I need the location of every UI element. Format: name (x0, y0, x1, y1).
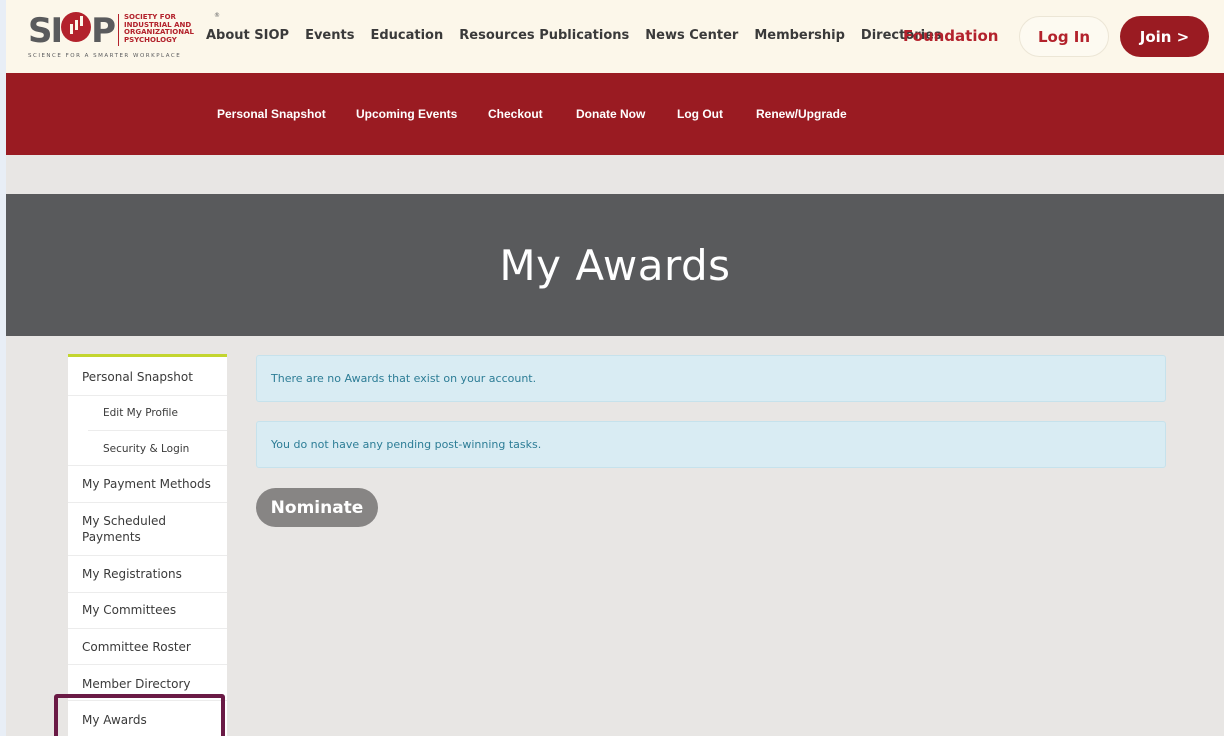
nav-events[interactable]: Events (305, 28, 354, 43)
sidebar-item-security-login[interactable]: Security & Login (68, 441, 227, 457)
join-button[interactable]: Join > (1120, 16, 1209, 57)
sidebar-divider (88, 430, 227, 431)
page-banner: My Awards (6, 194, 1224, 336)
sidebar-item-my-payment-methods[interactable]: My Payment Methods (68, 476, 227, 492)
sidebar-item-my-committees[interactable]: My Committees (68, 602, 227, 618)
sidebar-item-committee-roster[interactable]: Committee Roster (68, 639, 227, 655)
nav-about-siop[interactable]: About SIOP (206, 28, 289, 43)
account-subnav: Personal Snapshot Upcoming Events Checko… (6, 73, 1224, 155)
subnav-renew-upgrade[interactable]: Renew/Upgrade (756, 107, 847, 121)
main-nav: About SIOP Events Education Resources Pu… (206, 28, 958, 43)
registered-mark: ® (214, 12, 220, 19)
sidebar-divider (68, 628, 227, 629)
sidebar-divider (68, 465, 227, 466)
nav-membership[interactable]: Membership (754, 28, 845, 43)
login-button[interactable]: Log In (1019, 16, 1109, 57)
subnav-donate-now[interactable]: Donate Now (576, 107, 645, 121)
sidebar-divider (68, 502, 227, 503)
account-sidebar: Personal Snapshot Edit My Profile Securi… (68, 354, 227, 736)
subnav-personal-snapshot[interactable]: Personal Snapshot (217, 107, 326, 121)
nav-resources-publications[interactable]: Resources Publications (459, 28, 629, 43)
sidebar-divider (68, 395, 227, 396)
sidebar-divider (68, 592, 227, 593)
sidebar-item-my-registrations[interactable]: My Registrations (68, 566, 227, 582)
nav-education[interactable]: Education (370, 28, 443, 43)
no-pending-tasks-alert: You do not have any pending post-winning… (256, 421, 1166, 468)
my-awards-highlight (54, 694, 225, 736)
siop-logo[interactable]: SI P Society for Industrial and Organizat… (28, 11, 220, 62)
subnav-upcoming-events[interactable]: Upcoming Events (356, 107, 457, 121)
logo-mark: SI P (28, 11, 116, 51)
logo-org-name: Society for Industrial and Organizationa… (124, 13, 194, 44)
sidebar-divider (68, 664, 227, 665)
nav-news-center[interactable]: News Center (645, 28, 738, 43)
site-header: SI P Society for Industrial and Organizat… (6, 0, 1224, 73)
no-awards-alert: There are no Awards that exist on your a… (256, 355, 1166, 402)
logo-tagline: SCIENCE FOR A SMARTER WORKPLACE (28, 53, 182, 59)
logo-chart-icon (61, 12, 92, 42)
subnav-log-out[interactable]: Log Out (677, 107, 723, 121)
nominate-button[interactable]: Nominate (256, 488, 378, 527)
sidebar-divider (68, 555, 227, 556)
sidebar-item-my-scheduled-payments[interactable]: My Scheduled Payments (68, 513, 227, 545)
logo-separator (118, 14, 119, 46)
sidebar-item-member-directory[interactable]: Member Directory (68, 676, 227, 692)
sidebar-item-personal-snapshot[interactable]: Personal Snapshot (68, 369, 227, 385)
subnav-checkout[interactable]: Checkout (488, 107, 543, 121)
nav-foundation[interactable]: Foundation (903, 27, 998, 45)
page-frame: SI P Society for Industrial and Organizat… (6, 0, 1224, 736)
sidebar-item-edit-my-profile[interactable]: Edit My Profile (68, 405, 227, 421)
page-title: My Awards (499, 240, 731, 290)
